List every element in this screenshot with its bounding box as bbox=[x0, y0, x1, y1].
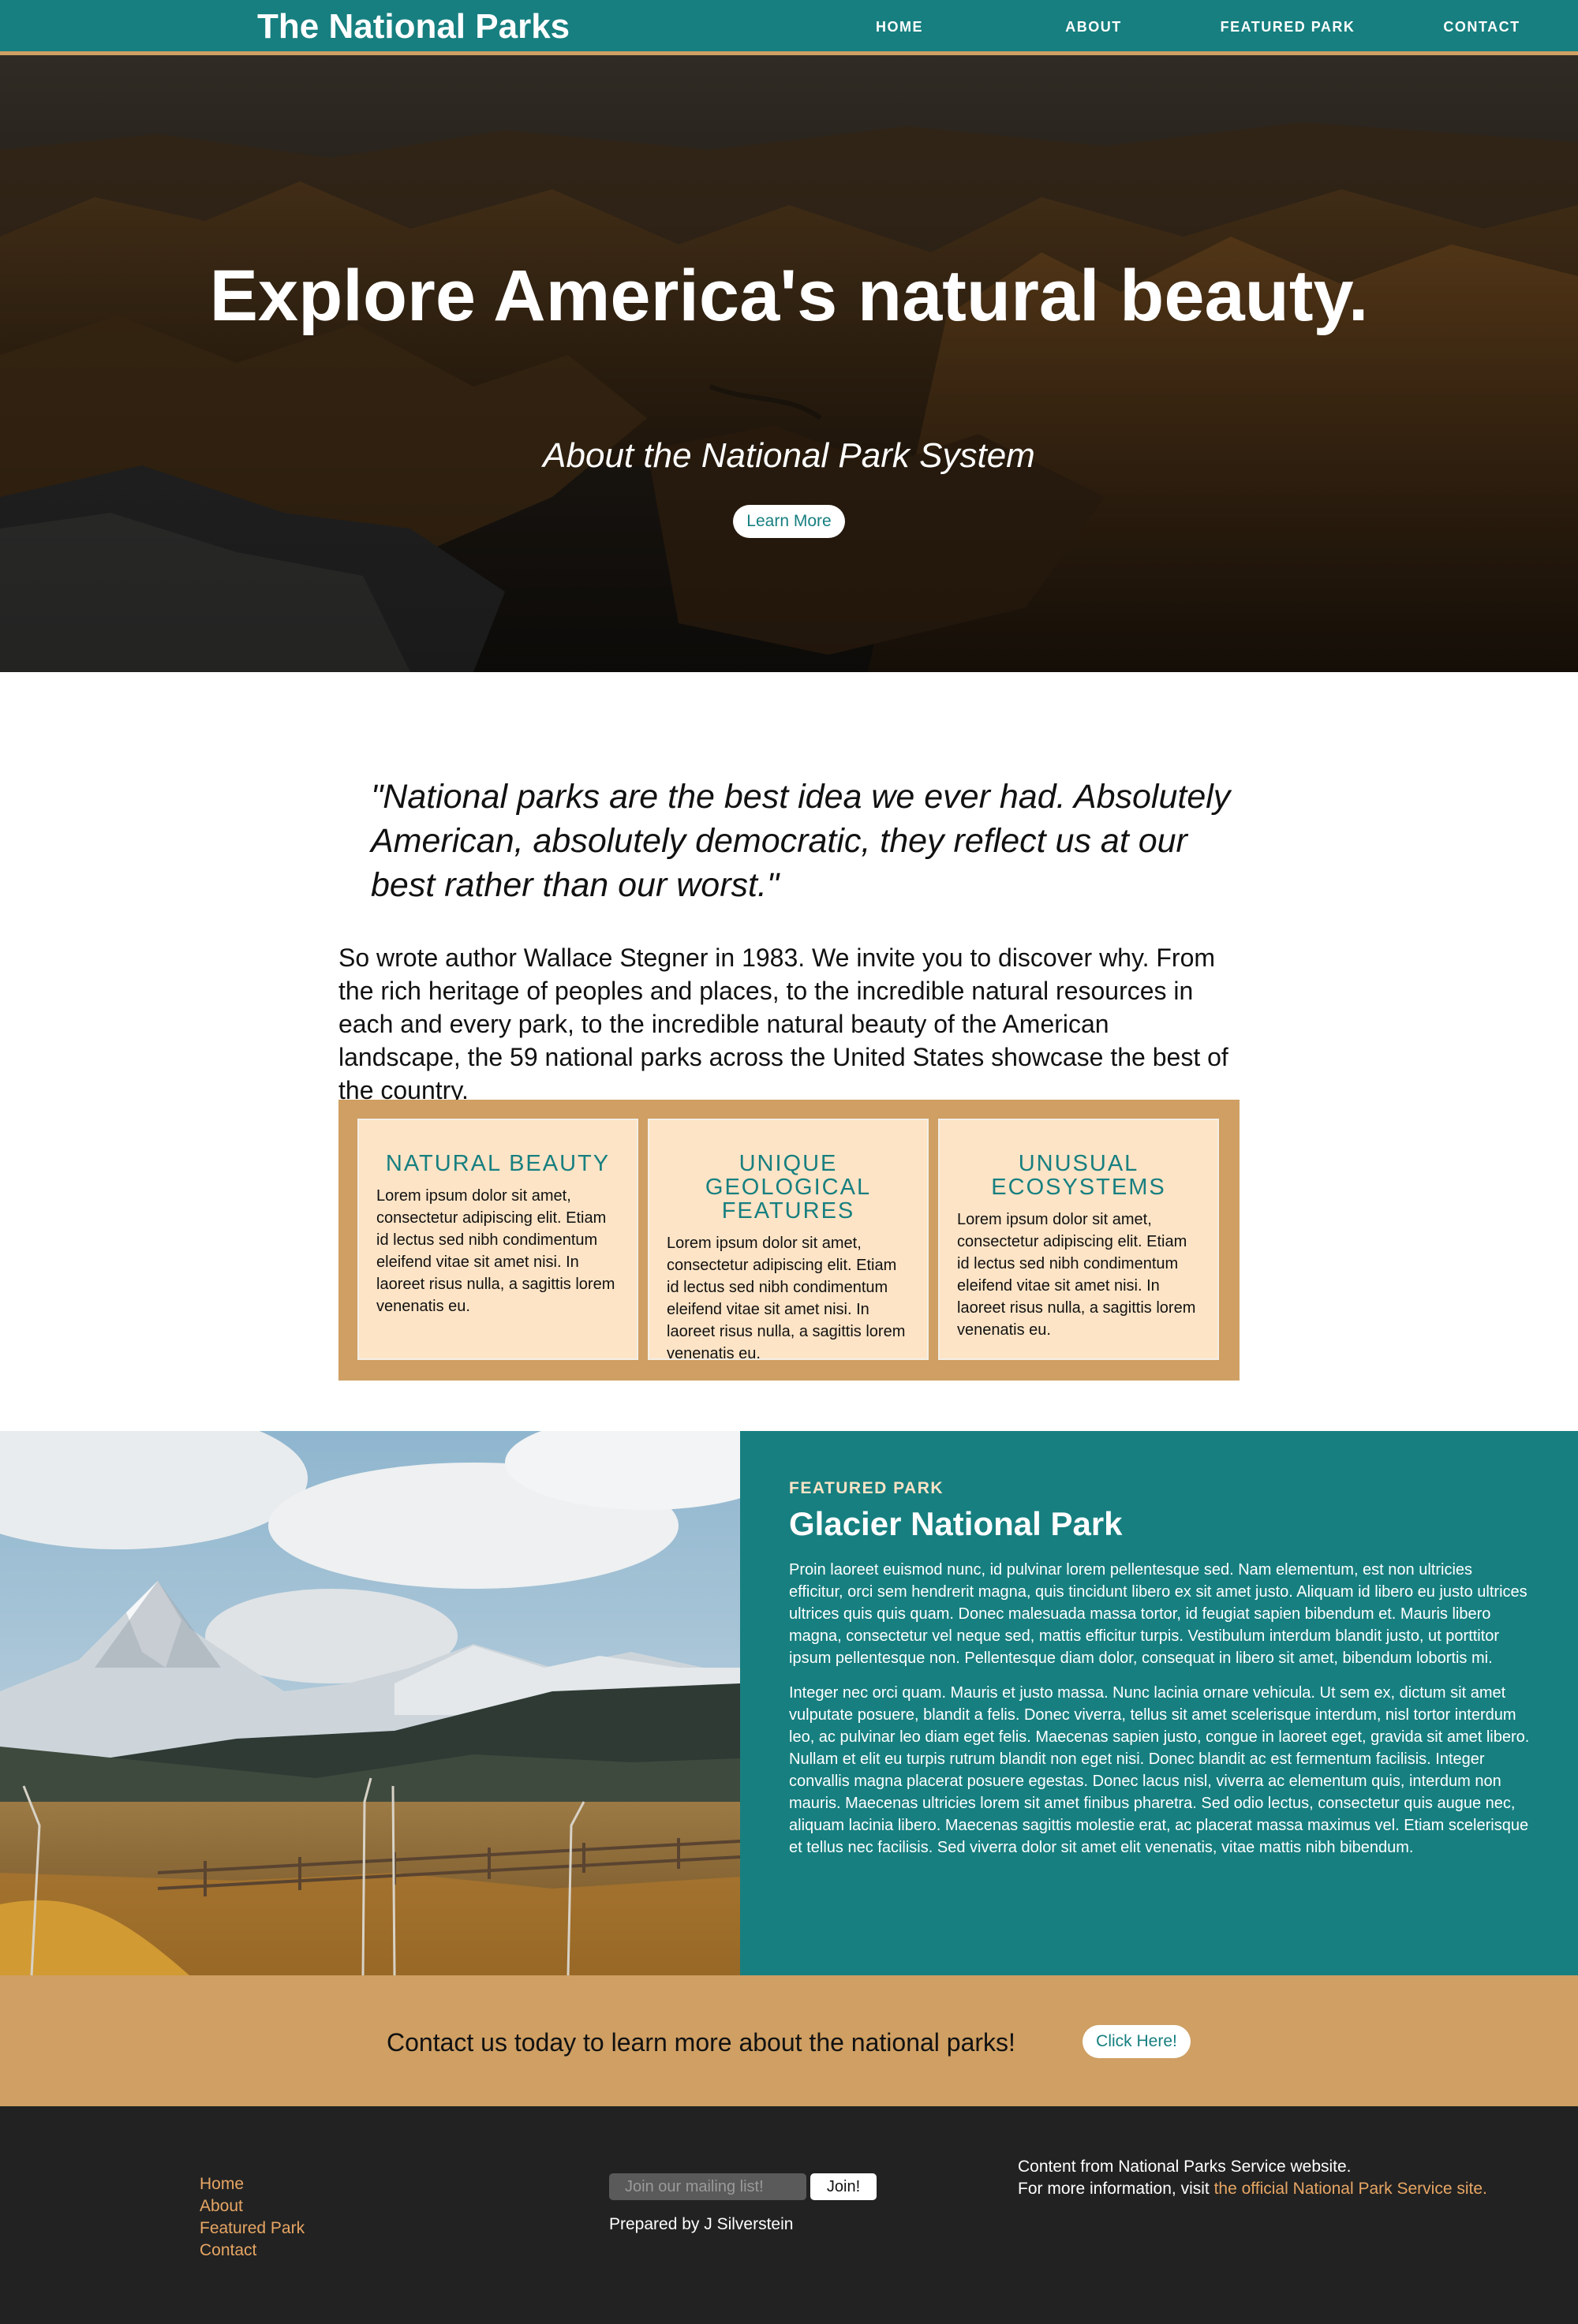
top-navbar: The National Parks HOME ABOUT FEATURED P… bbox=[0, 0, 1578, 55]
contact-cta-section: Contact us today to learn more about the… bbox=[0, 1975, 1578, 2106]
hero-subtitle: About the National Park System bbox=[543, 436, 1035, 475]
cta-text: Contact us today to learn more about the… bbox=[387, 2028, 1015, 2057]
featured-park-paragraph: Integer nec orci quam. Mauris et justo m… bbox=[789, 1684, 1530, 1856]
nav-featured-park[interactable]: FEATURED PARK bbox=[1201, 17, 1374, 36]
feature-card-natural-beauty: NATURAL BEAUTY Lorem ipsum dolor sit ame… bbox=[357, 1119, 638, 1360]
feature-body: Lorem ipsum dolor sit amet, consectetur … bbox=[667, 1235, 906, 1362]
features-panel: NATURAL BEAUTY Lorem ipsum dolor sit ame… bbox=[338, 1100, 1240, 1381]
feature-card-geological-features: UNIQUE GEOLOGICAL FEATURES Lorem ipsum d… bbox=[648, 1119, 929, 1362]
feature-body: Lorem ipsum dolor sit amet, consectetur … bbox=[957, 1211, 1196, 1339]
nav-about[interactable]: ABOUT bbox=[1007, 17, 1180, 36]
footer-link-contact[interactable]: Contact bbox=[200, 2240, 256, 2262]
prepared-by-text: Prepared by J Silverstein bbox=[609, 2215, 794, 2233]
intro-paragraph: So wrote author Wallace Stegner in 1983.… bbox=[338, 943, 1228, 1104]
featured-park-title: Glacier National Park bbox=[789, 1505, 1123, 1542]
site-brand[interactable]: The National Parks bbox=[257, 5, 570, 49]
nps-site-link[interactable]: the official National Park Service site. bbox=[1214, 2180, 1487, 2198]
featured-park-paragraph: Proin laoreet euismod nunc, id pulvinar … bbox=[789, 1561, 1528, 1667]
mountain-landscape-image bbox=[0, 1431, 740, 1975]
footer-info-line-2: For more information, visit the official… bbox=[1018, 2178, 1487, 2200]
stegner-quote: "National parks are the best idea we eve… bbox=[371, 778, 1231, 904]
join-button[interactable]: Join! bbox=[810, 2173, 877, 2200]
feature-body: Lorem ipsum dolor sit amet, consectetur … bbox=[376, 1187, 615, 1315]
feature-title: UNUSUAL ECOSYSTEMS bbox=[991, 1151, 1166, 1200]
feature-title: NATURAL BEAUTY bbox=[385, 1151, 611, 1176]
footer-info: Content from National Parks Service webs… bbox=[1018, 2156, 1487, 2200]
featured-park-eyebrow: FEATURED PARK bbox=[789, 1479, 944, 1497]
glacier-park-image bbox=[0, 1431, 740, 1975]
nav-contact[interactable]: CONTACT bbox=[1395, 17, 1569, 36]
canyon-background-image bbox=[0, 55, 1578, 672]
hero-title: Explore America's natural beauty. bbox=[209, 256, 1369, 336]
hero-section: Explore America's natural beauty. About … bbox=[0, 55, 1578, 672]
footer: Home About Featured Park Contact Join! P… bbox=[0, 2106, 1578, 2324]
click-here-button[interactable]: Click Here! bbox=[1083, 2025, 1191, 2058]
footer-link-about[interactable]: About bbox=[200, 2195, 243, 2218]
mailing-list-input[interactable] bbox=[609, 2173, 806, 2200]
footer-link-featured-park[interactable]: Featured Park bbox=[200, 2218, 305, 2240]
nav-home[interactable]: HOME bbox=[813, 17, 986, 36]
feature-card-ecosystems: UNUSUAL ECOSYSTEMS Lorem ipsum dolor sit… bbox=[938, 1119, 1219, 1360]
footer-info-line: Content from National Parks Service webs… bbox=[1018, 2158, 1352, 2176]
featured-park-panel: FEATURED PARK Glacier National Park Proi… bbox=[740, 1431, 1578, 1975]
footer-link-home[interactable]: Home bbox=[200, 2173, 244, 2195]
feature-title: UNIQUE GEOLOGICAL FEATURES bbox=[705, 1151, 872, 1224]
footer-info-prefix: For more information, visit bbox=[1018, 2180, 1214, 2198]
learn-more-button[interactable]: Learn More bbox=[733, 505, 845, 538]
